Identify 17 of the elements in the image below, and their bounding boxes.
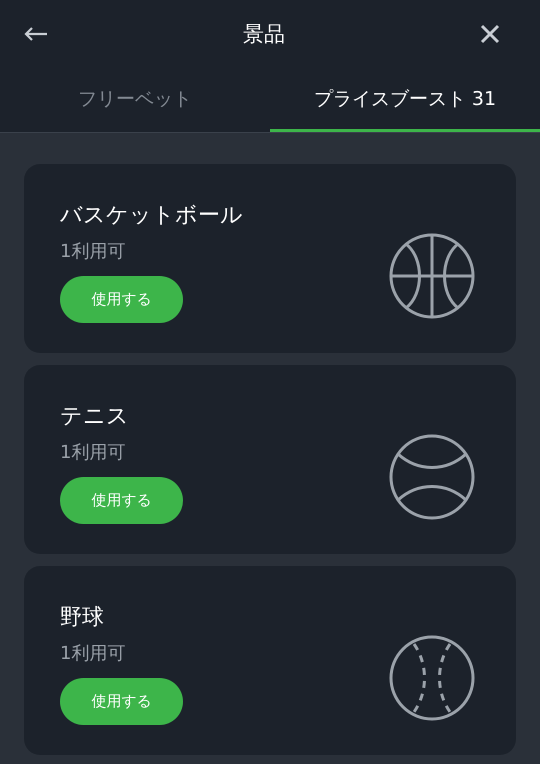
tennis-ball-icon <box>388 433 476 521</box>
use-button[interactable]: 使用する <box>60 276 183 323</box>
availability-text: 1利用可 <box>60 240 126 264</box>
use-button[interactable]: 使用する <box>60 678 183 725</box>
baseball-icon <box>388 634 476 722</box>
sport-title: バスケットボール <box>60 202 243 230</box>
sport-title: 野球 <box>60 604 105 632</box>
basketball-icon <box>388 232 476 320</box>
tab[interactable]: フリーベット <box>0 68 270 132</box>
availability-text: 1利用可 <box>60 441 126 465</box>
use-button[interactable]: 使用する <box>60 477 183 524</box>
tab[interactable]: プライスブースト 31 <box>270 68 540 132</box>
sport-title: テニス <box>60 403 130 431</box>
back-icon[interactable] <box>24 26 48 42</box>
page-title: 景品 <box>243 21 285 48</box>
availability-text: 1利用可 <box>60 642 126 666</box>
close-icon[interactable] <box>480 24 500 44</box>
